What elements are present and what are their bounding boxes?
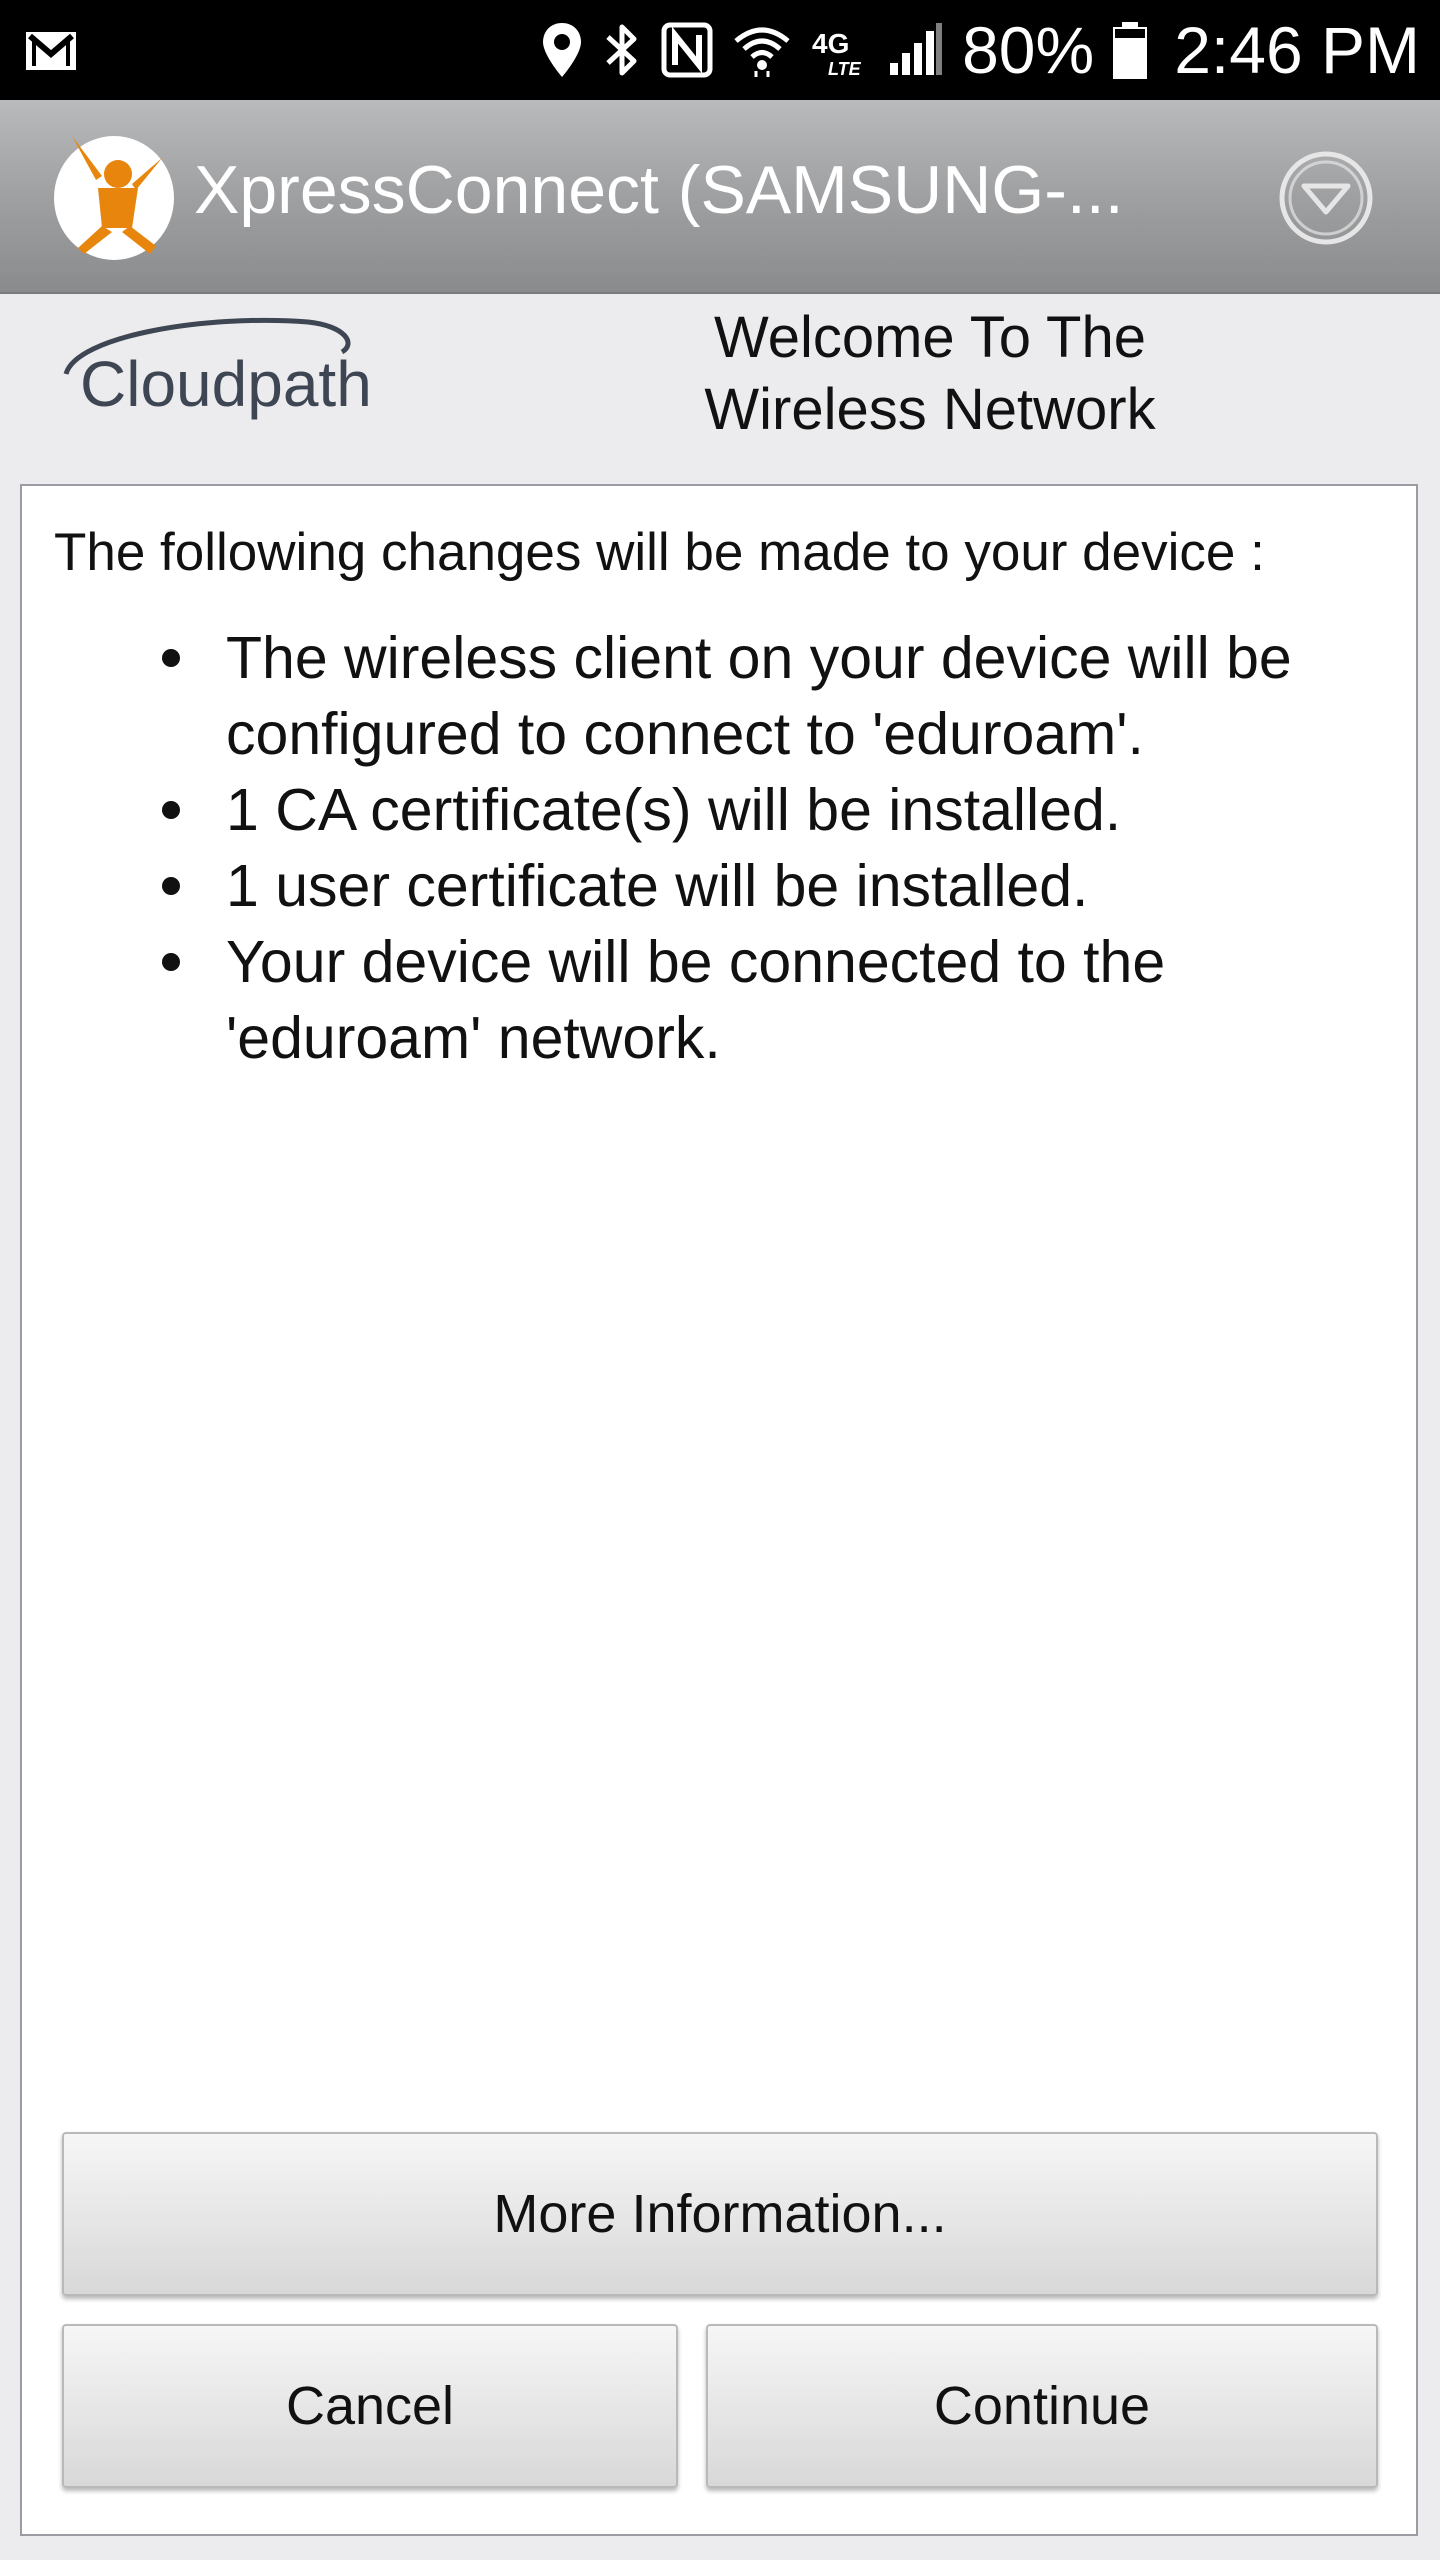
- welcome-line-1: Welcome To The: [714, 305, 1146, 370]
- gmail-icon: [24, 24, 78, 78]
- status-icons: 4G LTE 80% 2:46 PM: [540, 0, 1420, 100]
- nfc-icon: [660, 21, 714, 79]
- location-icon: [540, 21, 584, 79]
- welcome-heading: Welcome To The Wireless Network: [650, 294, 1210, 446]
- changes-list: The wireless client on your device will …: [22, 620, 1402, 1076]
- continue-button[interactable]: Continue: [706, 2324, 1378, 2488]
- svg-text:4G: 4G: [812, 28, 849, 59]
- header: Cloudpath Welcome To The Wireless Networ…: [0, 294, 1440, 482]
- list-item: The wireless client on your device will …: [162, 620, 1402, 772]
- cloudpath-logo: Cloudpath: [46, 308, 386, 428]
- list-item: 1 CA certificate(s) will be installed.: [162, 772, 1402, 848]
- status-bar: 4G LTE 80% 2:46 PM: [0, 0, 1440, 100]
- wifi-icon: [732, 21, 792, 79]
- list-item: Your device will be connected to the 'ed…: [162, 924, 1402, 1076]
- app-title: XpressConnect (SAMSUNG-...: [194, 152, 1124, 228]
- person-cheering-icon: [52, 128, 176, 262]
- bluetooth-icon: [602, 21, 642, 79]
- list-item: 1 user certificate will be installed.: [162, 848, 1402, 924]
- cancel-button[interactable]: Cancel: [62, 2324, 678, 2488]
- welcome-line-2: Wireless Network: [704, 377, 1156, 442]
- signal-icon: [888, 21, 944, 79]
- changes-intro: The following changes will be made to yo…: [54, 523, 1265, 582]
- clock: 2:46 PM: [1174, 13, 1420, 87]
- more-information-button[interactable]: More Information...: [62, 2132, 1378, 2296]
- action-bar: XpressConnect (SAMSUNG-...: [0, 100, 1440, 294]
- chevron-down-circle-icon[interactable]: [1276, 148, 1376, 248]
- battery-percentage: 80%: [962, 13, 1095, 87]
- battery-icon: [1112, 20, 1148, 80]
- 4g-lte-icon: 4G LTE: [810, 21, 870, 79]
- brand-name: Cloudpath: [80, 348, 372, 420]
- svg-text:LTE: LTE: [828, 59, 862, 79]
